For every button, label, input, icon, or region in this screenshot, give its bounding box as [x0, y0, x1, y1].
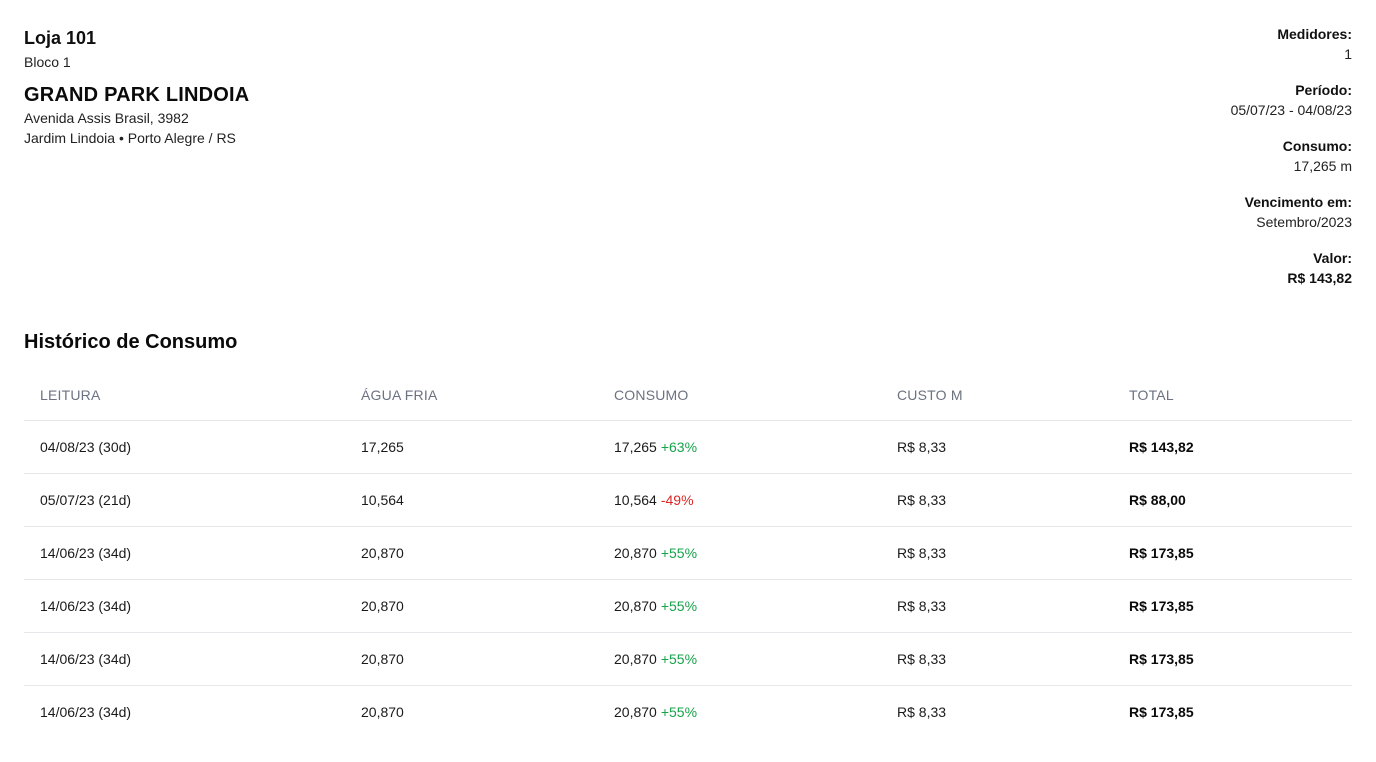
- table-row: 04/08/23 (30d) 17,265 17,265 +63% R$ 8,33…: [24, 421, 1352, 474]
- consumo-delta: +55%: [660, 598, 698, 614]
- cell-leitura: 14/06/23 (34d): [40, 598, 132, 614]
- consumo-value: 17,265: [614, 439, 657, 455]
- summary-meters: Medidores: 1: [1032, 24, 1352, 64]
- summary-label: Valor:: [1313, 250, 1352, 266]
- consumo-delta: -49%: [660, 492, 694, 508]
- table-header-row: LEITURA ÁGUA FRIA CONSUMO CUSTO M TOTAL: [24, 369, 1352, 421]
- summary-amount: Valor: R$ 143,82: [1032, 248, 1352, 288]
- summary-value: 1: [1344, 46, 1352, 62]
- cell-agua-fria: 20,870: [361, 598, 404, 614]
- cell-leitura: 14/06/23 (34d): [40, 704, 132, 720]
- summary-label: Período:: [1295, 82, 1352, 98]
- cell-custo: R$ 8,33: [897, 545, 947, 561]
- column-header-total: TOTAL: [1129, 386, 1174, 403]
- summary-label: Medidores:: [1277, 26, 1352, 42]
- column-header-consumo: CONSUMO: [614, 386, 689, 403]
- cell-leitura: 14/06/23 (34d): [40, 651, 132, 667]
- address-line-2: Jardim Lindoia • Porto Alegre / RS: [24, 130, 236, 146]
- cell-consumo: 20,870 +55%: [614, 527, 697, 579]
- cell-leitura: 14/06/23 (34d): [40, 545, 132, 561]
- table-row: 14/06/23 (34d) 20,870 20,870 +55% R$ 8,33…: [24, 633, 1352, 686]
- cell-total: R$ 173,85: [1129, 598, 1194, 614]
- table-row: 14/06/23 (34d) 20,870 20,870 +55% R$ 8,33…: [24, 580, 1352, 633]
- table-row: 05/07/23 (21d) 10,564 10,564 -49% R$ 8,33…: [24, 474, 1352, 527]
- cell-leitura: 05/07/23 (21d): [40, 492, 132, 508]
- consumo-value: 20,870: [614, 651, 657, 667]
- consumo-delta: +55%: [660, 651, 698, 667]
- cell-agua-fria: 20,870: [361, 545, 404, 561]
- column-header-custo: CUSTO M: [897, 386, 963, 403]
- cell-custo: R$ 8,33: [897, 598, 947, 614]
- summary-value: 05/07/23 - 04/08/23: [1230, 102, 1352, 118]
- column-header-agua-fria: ÁGUA FRIA: [361, 386, 438, 403]
- cell-consumo: 20,870 +55%: [614, 633, 697, 685]
- cell-custo: R$ 8,33: [897, 439, 947, 455]
- summary-period: Período: 05/07/23 - 04/08/23: [1032, 80, 1352, 120]
- summary-value: R$ 143,82: [1287, 270, 1352, 286]
- consumo-delta: +63%: [660, 439, 698, 455]
- summary-label: Consumo:: [1282, 138, 1352, 154]
- summary-label: Vencimento em:: [1244, 194, 1352, 210]
- condominium-name: GRAND PARK LINDOIA: [24, 84, 250, 106]
- consumo-delta: +55%: [660, 704, 698, 720]
- summary-value: Setembro/2023: [1256, 214, 1352, 230]
- cell-total: R$ 173,85: [1129, 704, 1194, 720]
- cell-consumo: 20,870 +55%: [614, 686, 697, 738]
- cell-consumo: 10,564 -49%: [614, 474, 694, 526]
- address-line-1: Avenida Assis Brasil, 3982: [24, 110, 189, 126]
- column-header-leitura: LEITURA: [40, 386, 101, 403]
- consumo-value: 10,564: [614, 492, 657, 508]
- consumption-history-table: LEITURA ÁGUA FRIA CONSUMO CUSTO M TOTAL …: [24, 369, 1352, 738]
- cell-custo: R$ 8,33: [897, 492, 947, 508]
- cell-agua-fria: 20,870: [361, 704, 404, 720]
- cell-total: R$ 173,85: [1129, 545, 1194, 561]
- cell-consumo: 20,870 +55%: [614, 580, 697, 632]
- cell-consumo: 17,265 +63%: [614, 421, 697, 473]
- summary-consumption: Consumo: 17,265 m: [1032, 136, 1352, 176]
- consumo-value: 20,870: [614, 545, 657, 561]
- bill-summary: Medidores: 1 Período: 05/07/23 - 04/08/2…: [1032, 24, 1352, 304]
- cell-agua-fria: 10,564: [361, 492, 404, 508]
- cell-agua-fria: 20,870: [361, 651, 404, 667]
- store-title: Loja 101: [24, 28, 97, 48]
- consumo-value: 20,870: [614, 704, 657, 720]
- cell-total: R$ 143,82: [1129, 439, 1194, 455]
- cell-leitura: 04/08/23 (30d): [40, 439, 132, 455]
- summary-value: 17,265 m: [1293, 158, 1352, 174]
- cell-total: R$ 88,00: [1129, 492, 1186, 508]
- history-title: Histórico de Consumo: [24, 331, 238, 353]
- cell-total: R$ 173,85: [1129, 651, 1194, 667]
- consumo-delta: +55%: [660, 545, 698, 561]
- store-block: Bloco 1: [24, 54, 71, 70]
- summary-due-date: Vencimento em: Setembro/2023: [1032, 192, 1352, 232]
- cell-custo: R$ 8,33: [897, 704, 947, 720]
- table-row: 14/06/23 (34d) 20,870 20,870 +55% R$ 8,33…: [24, 686, 1352, 738]
- consumo-value: 20,870: [614, 598, 657, 614]
- cell-custo: R$ 8,33: [897, 651, 947, 667]
- table-row: 14/06/23 (34d) 20,870 20,870 +55% R$ 8,33…: [24, 527, 1352, 580]
- cell-agua-fria: 17,265: [361, 439, 404, 455]
